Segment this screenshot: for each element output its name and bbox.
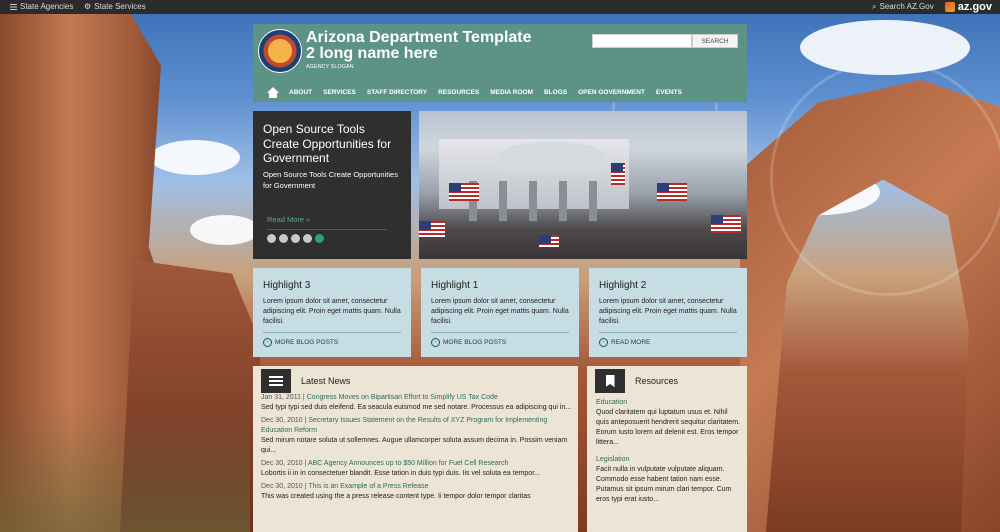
news-date: Dec 30, 2010 | xyxy=(261,483,307,490)
news-headline-link[interactable]: ABC Agency Announces up to $50 Million f… xyxy=(308,460,508,467)
news-item: Dec 30, 2010 | Secretary Issues Statemen… xyxy=(261,416,573,456)
site-header: Arizona Department Template 2 long name … xyxy=(253,24,747,102)
slide-dot-4[interactable] xyxy=(303,234,312,243)
news-list: Jan 31, 2011 | Congress Moves on Biparti… xyxy=(261,393,573,505)
gear-icon: ⚙ xyxy=(84,2,92,11)
highlight-body: Lorem ipsum dolor sit amet, consectetur … xyxy=(431,298,569,325)
nav-events[interactable]: EVENTS xyxy=(656,89,682,96)
azgov-logo-icon xyxy=(944,2,955,12)
azgov-logo[interactable]: az.gov xyxy=(944,0,992,14)
arrow-circle-icon: › xyxy=(263,338,272,347)
news-item: Dec 30, 2010 | ABC Agency Announces up t… xyxy=(261,459,573,479)
news-summary: Lobortis ii in in consectetuer blandit. … xyxy=(261,470,540,477)
arrow-circle-icon: › xyxy=(431,338,440,347)
read-more-link[interactable]: Read More » xyxy=(267,215,310,224)
news-summary: Sed typi typi sed duis eleifend. Ea seac… xyxy=(261,404,572,411)
list-icon xyxy=(10,4,17,10)
resource-section: Education Quod claritatem qui luptatum u… xyxy=(596,399,742,448)
main-nav: ABOUT SERVICES STAFF DIRECTORY RESOURCES… xyxy=(253,82,747,102)
slide-dot-5[interactable] xyxy=(315,234,324,243)
highlight-title[interactable]: Highlight 2 xyxy=(599,280,646,291)
nav-staff-directory[interactable]: STAFF DIRECTORY xyxy=(367,89,427,96)
search-icon: ⌕ xyxy=(872,2,877,11)
news-item: Jan 31, 2011 | Congress Moves on Biparti… xyxy=(261,393,573,413)
slide-image-capitol-flags[interactable] xyxy=(419,111,747,259)
utility-bar: State Agencies ⚙ State Services ⌕ Search… xyxy=(0,0,1000,14)
resources-list: Education Quod claritatem qui luptatum u… xyxy=(596,399,742,513)
nav-media-room[interactable]: MEDIA ROOM xyxy=(490,89,533,96)
news-date: Dec 30, 2010 | xyxy=(261,460,307,467)
search-button[interactable]: SEARCH xyxy=(692,34,738,48)
nav-about[interactable]: ABOUT xyxy=(289,89,312,96)
highlight-body: Lorem ipsum dolor sit amet, consectetur … xyxy=(263,298,401,325)
resource-body: Facit nulla in vulputate vulputate aliqu… xyxy=(596,466,732,503)
nav-resources[interactable]: RESOURCES xyxy=(438,89,479,96)
search-input[interactable] xyxy=(592,34,692,48)
state-seal-icon[interactable] xyxy=(258,29,302,73)
news-headline-link[interactable]: Congress Moves on Bipartisan Effort to S… xyxy=(307,394,498,401)
nav-open-government[interactable]: OPEN GOVERNMENT xyxy=(578,89,645,96)
highlight-body: Lorem ipsum dolor sit amet, consectetur … xyxy=(599,298,737,325)
highlight-link[interactable]: › READ MORE xyxy=(599,338,650,347)
nav-services[interactable]: SERVICES xyxy=(323,89,356,96)
arrow-circle-icon: › xyxy=(599,338,608,347)
agency-slogan: AGENCY SLOGAN xyxy=(306,64,354,70)
resource-body: Quod claritatem qui luptatum usus et. Ni… xyxy=(596,409,740,446)
slide-dot-3[interactable] xyxy=(291,234,300,243)
highlight-link[interactable]: › MORE BLOG POSTS xyxy=(431,338,506,347)
site-title[interactable]: Arizona Department Template 2 long name … xyxy=(306,30,536,62)
highlight-card: Highlight 3 Lorem ipsum dolor sit amet, … xyxy=(253,268,411,357)
slide-title[interactable]: Open Source Tools Create Opportunities f… xyxy=(263,122,403,166)
site-search: SEARCH xyxy=(592,34,738,48)
state-services-link[interactable]: ⚙ State Services xyxy=(84,0,146,14)
bookmark-icon xyxy=(595,369,625,393)
news-item: Dec 30, 2010 | This is an Example of a P… xyxy=(261,482,573,502)
nav-blogs[interactable]: BLOGS xyxy=(544,89,567,96)
news-date: Jan 31, 2011 | xyxy=(261,394,305,401)
highlight-link[interactable]: › MORE BLOG POSTS xyxy=(263,338,338,347)
home-icon[interactable] xyxy=(267,86,279,98)
highlight-card: Highlight 2 Lorem ipsum dolor sit amet, … xyxy=(589,268,747,357)
news-summary: Sed mirum notare soluta ut sollemnes. Au… xyxy=(261,437,568,454)
slide-pager xyxy=(267,234,324,243)
news-title: Latest News xyxy=(301,376,351,386)
state-agencies-link[interactable]: State Agencies xyxy=(10,0,73,14)
news-list-icon xyxy=(261,369,291,393)
latest-news-panel: Latest News Jan 31, 2011 | Congress Move… xyxy=(253,366,578,532)
news-headline-link[interactable]: This is an Example of a Press Release xyxy=(308,483,428,490)
highlight-title[interactable]: Highlight 1 xyxy=(431,280,478,291)
news-header: Latest News xyxy=(261,369,351,393)
news-date: Dec 30, 2010 | xyxy=(261,417,307,424)
search-azgov-link[interactable]: ⌕ Search AZ.Gov xyxy=(872,0,934,14)
slide-dot-1[interactable] xyxy=(267,234,276,243)
resources-panel: Resources Education Quod claritatem qui … xyxy=(587,366,747,532)
resource-section: Legislation Facit nulla in vulputate vul… xyxy=(596,456,742,505)
news-summary: This was created using the a press relea… xyxy=(261,493,531,500)
highlight-title[interactable]: Highlight 3 xyxy=(263,280,310,291)
resource-heading-link[interactable]: Education xyxy=(596,399,742,406)
resources-header: Resources xyxy=(595,369,678,393)
highlight-card: Highlight 1 Lorem ipsum dolor sit amet, … xyxy=(421,268,579,357)
resource-heading-link[interactable]: Legislation xyxy=(596,456,742,463)
slide-subtitle: Open Source Tools Create Opportunities f… xyxy=(263,170,398,190)
feature-slide-caption: Open Source Tools Create Opportunities f… xyxy=(253,111,411,259)
resources-title: Resources xyxy=(635,376,679,386)
slide-dot-2[interactable] xyxy=(279,234,288,243)
